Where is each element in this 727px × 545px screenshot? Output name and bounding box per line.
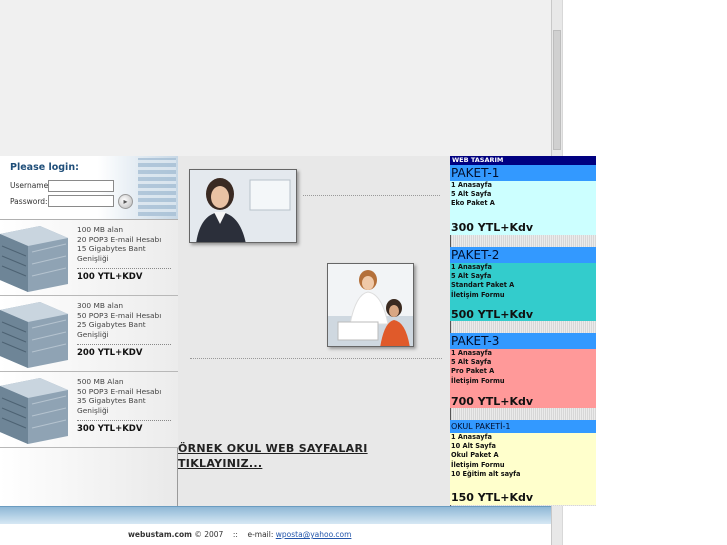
package-title: PAKET-2: [450, 247, 596, 263]
package-title: OKUL PAKETİ-1: [450, 420, 596, 433]
package-description: 500 MB Alan 50 POP3 E-mail Hesabı 35 Gig…: [77, 377, 162, 415]
login-title: Please login:: [10, 162, 79, 173]
scrollbar-thumb[interactable]: [553, 30, 561, 150]
footer-year: © 2007: [194, 530, 224, 539]
dotted-divider: [303, 195, 440, 196]
package-price: 300 YTL+Kdv: [451, 221, 534, 234]
divider: [77, 420, 171, 421]
package-description: 300 MB alan 50 POP3 E-mail Hesabı 25 Gig…: [77, 301, 162, 339]
web-design-header: WEB TASARIM: [450, 156, 596, 165]
server-icon: [0, 378, 68, 444]
package-price: 700 YTL+Kdv: [451, 395, 534, 408]
username-input[interactable]: [48, 180, 114, 192]
package-title: PAKET-3: [450, 333, 596, 349]
hosting-package-3: 500 MB Alan 50 POP3 E-mail Hesabı 35 Gig…: [0, 372, 178, 448]
divider: [77, 344, 171, 345]
package-title: PAKET-1: [450, 165, 596, 181]
login-panel: Please login: Username: Password: ▸: [0, 156, 178, 220]
footer-separator: ::: [232, 530, 238, 539]
building-image: [138, 158, 176, 216]
divider: [77, 268, 171, 269]
package-price: 100 YTL+KDV: [77, 272, 143, 282]
package-price: 150 YTL+Kdv: [451, 491, 534, 504]
password-input[interactable]: [48, 195, 114, 207]
password-label: Password:: [10, 197, 48, 206]
login-go-button[interactable]: ▸: [118, 194, 133, 209]
footer-bar: [0, 506, 551, 524]
footer-email-label: e-mail:: [247, 530, 274, 539]
footer-brand: webustam.com: [128, 530, 192, 539]
school-pages-link[interactable]: ÖRNEK OKUL WEB SAYFALARI TIKLAYINIZ...: [178, 441, 408, 471]
footer-text: webustam.com © 2007 :: e-mail: wposta@ya…: [128, 530, 351, 539]
package-description: 100 MB alan 20 POP3 E-mail Hesabı 15 Gig…: [77, 225, 162, 263]
businesswoman-photo: [189, 169, 297, 243]
hosting-package-1: 100 MB alan 20 POP3 E-mail Hesabı 15 Gig…: [0, 220, 178, 296]
package-price: 500 YTL+Kdv: [451, 308, 534, 321]
women-working-photo: [327, 263, 414, 347]
hosting-package-2: 300 MB alan 50 POP3 E-mail Hesabı 25 Gig…: [0, 296, 178, 372]
package-price: 300 YTL+KDV: [77, 424, 143, 434]
server-icon: [0, 302, 68, 368]
footer-email-link[interactable]: wposta@yahoo.com: [276, 530, 352, 539]
username-label: Username:: [10, 181, 51, 190]
package-price: 200 YTL+KDV: [77, 348, 143, 358]
server-icon: [0, 226, 68, 292]
dotted-divider: [190, 358, 442, 359]
